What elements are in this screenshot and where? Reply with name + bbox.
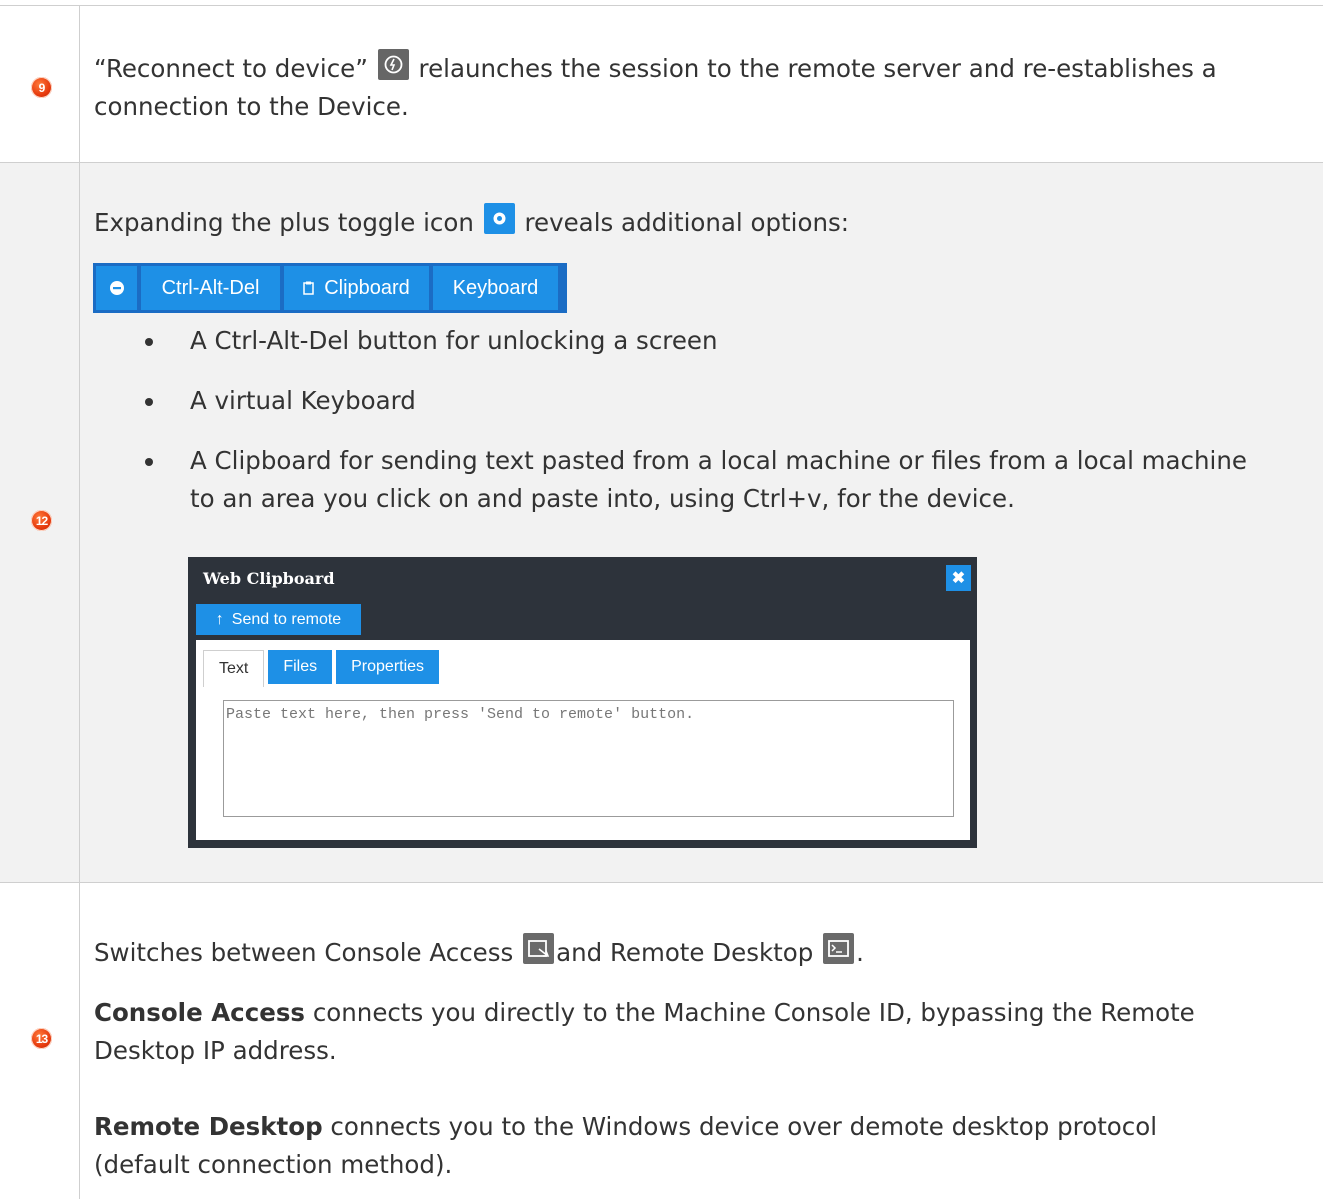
minus-circle-icon <box>109 281 124 295</box>
reconnect-text-1: relaunches the session to the remote ser… <box>418 54 1217 83</box>
console-access-term: Console Access <box>94 998 306 1027</box>
tab-properties[interactable]: Properties <box>336 650 440 684</box>
clipboard-icon <box>303 281 314 295</box>
clipboard-tabs: Text Files Properties <box>203 650 440 687</box>
switch-description: Switches between Console Access and Remo… <box>94 932 1313 972</box>
clipboard-button[interactable]: Clipboard <box>284 266 429 310</box>
list-item: A Ctrl-Alt-Del button for unlocking a sc… <box>94 322 1313 360</box>
console-access-icon <box>523 932 555 964</box>
dialog-body: Text Files Properties Paste text here, t… <box>196 640 970 840</box>
session-toolbar: Ctrl-Alt-Del Clipboard Keyboard <box>93 263 567 313</box>
table-row-console-switch: 13 Switches between Console Access and R… <box>0 882 1323 1199</box>
switch-pre: Switches between Console Access <box>94 938 514 967</box>
reconnect-icon <box>377 48 409 80</box>
keyboard-button[interactable]: Keyboard <box>433 266 558 310</box>
close-button[interactable]: ✖ <box>946 565 971 591</box>
step-badge-12: 12 <box>31 510 52 531</box>
close-icon: ✖ <box>951 570 966 587</box>
plus-intro-pre: Expanding the plus toggle icon <box>94 208 474 237</box>
reconnect-text-2: connection to the Device. <box>94 92 409 121</box>
tab-files[interactable]: Files <box>268 650 333 684</box>
reconnect-label: “Reconnect to device” <box>94 54 368 83</box>
arrow-up-icon: ↑ <box>215 610 224 628</box>
list-item: A Clipboard for sending text pasted from… <box>94 442 1313 518</box>
options-list: A Ctrl-Alt-Del button for unlocking a sc… <box>94 322 1313 518</box>
reconnect-description: “Reconnect to device” relaunches the ses… <box>94 48 1313 126</box>
plus-toggle-icon <box>483 202 515 234</box>
switch-end: . <box>856 938 864 967</box>
tab-text[interactable]: Text <box>203 650 265 687</box>
switch-mid: and Remote Desktop <box>556 938 814 967</box>
remote-desktop-term: Remote Desktop <box>94 1112 323 1141</box>
ctrl-alt-del-button[interactable]: Ctrl-Alt-Del <box>141 266 280 310</box>
clipboard-text-input[interactable]: Paste text here, then press 'Send to rem… <box>223 700 954 817</box>
instructions-table: 9 “Reconnect to device” relaunches the s… <box>0 0 1323 1199</box>
console-access-paragraph: Console Access connects you directly to … <box>94 998 1195 1065</box>
collapse-toggle-button[interactable] <box>96 266 137 310</box>
plus-toggle-intro: Expanding the plus toggle icon reveals a… <box>94 202 1313 242</box>
table-column-divider <box>79 5 80 1199</box>
step-badge-13: 13 <box>31 1028 52 1049</box>
table-row-reconnect: 9 “Reconnect to device” relaunches the s… <box>0 5 1323 163</box>
remote-desktop-paragraph: Remote Desktop connects you to the Windo… <box>94 1112 1158 1179</box>
send-to-remote-button[interactable]: ↑ Send to remote <box>196 604 361 635</box>
web-clipboard-dialog: Web Clipboard ✖ ↑ Send to remote Text Fi… <box>188 557 977 848</box>
step-badge-9: 9 <box>31 77 52 98</box>
dialog-title: Web Clipboard <box>203 569 335 588</box>
list-item: A virtual Keyboard <box>94 382 1313 420</box>
plus-intro-post: reveals additional options: <box>524 208 850 237</box>
remote-desktop-icon <box>823 932 855 964</box>
